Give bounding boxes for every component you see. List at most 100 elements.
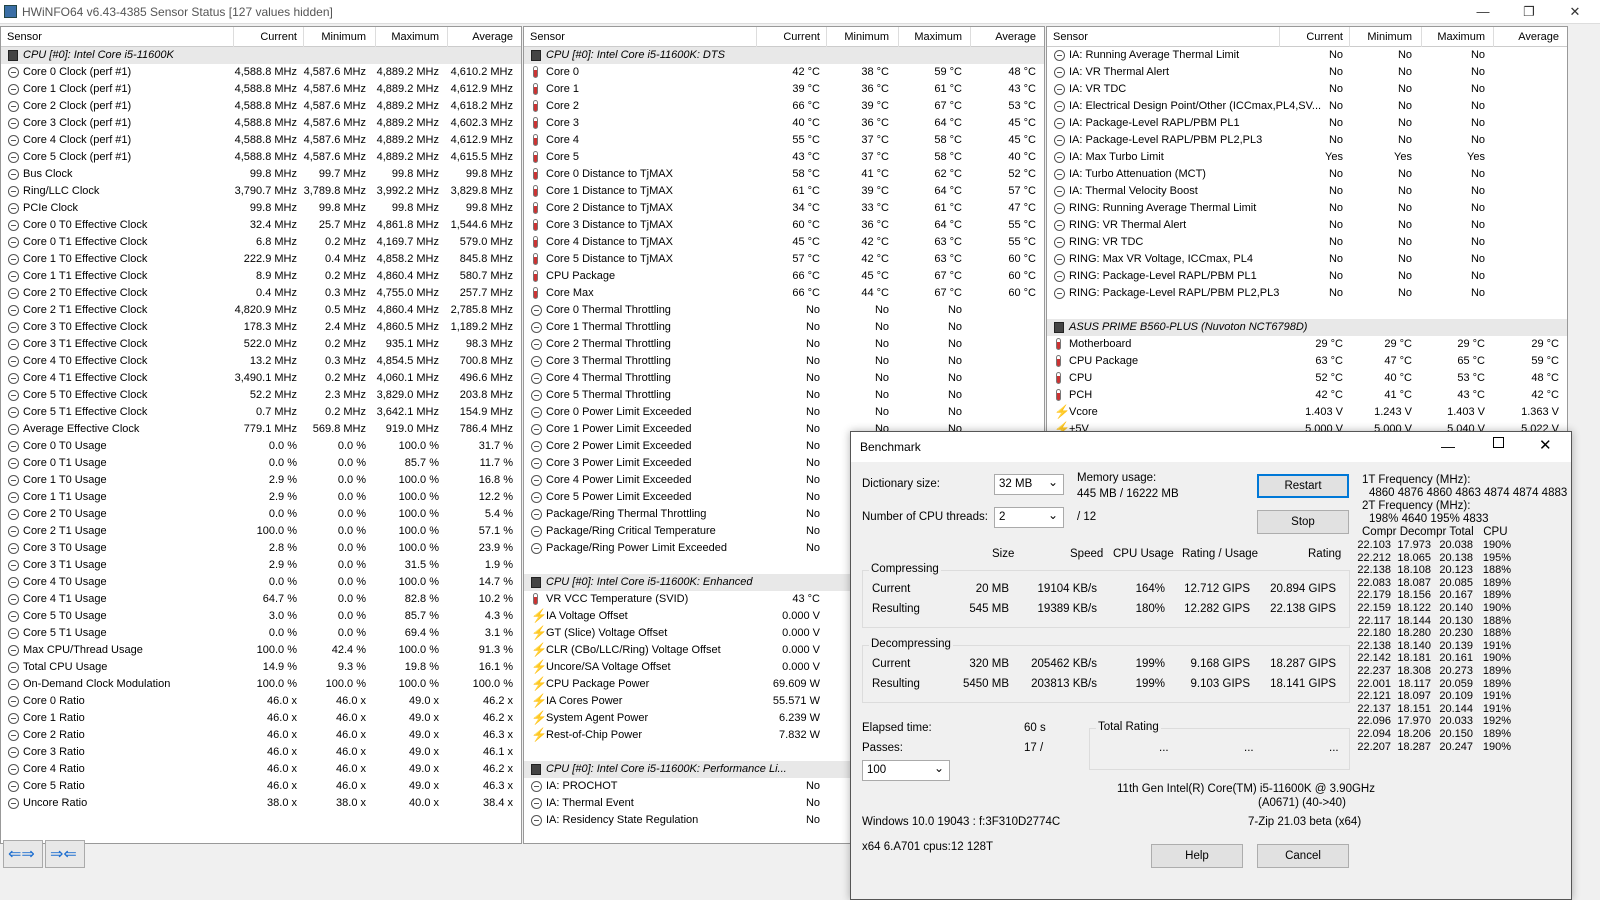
- sensor-row[interactable]: IA: VR TDC No No No: [1047, 81, 1567, 98]
- close-icon[interactable]: ✕: [1539, 436, 1552, 454]
- sensor-row[interactable]: RING: VR Thermal Alert No No No: [1047, 217, 1567, 234]
- sensor-row[interactable]: RING: Package-Level RAPL/PBM PL1 No No No: [1047, 268, 1567, 285]
- sensor-row[interactable]: Core Max 66 °C 44 °C 67 °C 60 °C: [524, 285, 1044, 302]
- sensor-row[interactable]: Core 2 Distance to TjMAX 34 °C 33 °C 61 °C 4…: [524, 200, 1044, 217]
- sensor-row[interactable]: Core 5 Ratio 46.0 x 46.0 x 49.0 x 46.3 x: [1, 778, 521, 795]
- sensor-row[interactable]: Core 2 66 °C 39 °C 67 °C 53 °C: [524, 98, 1044, 115]
- restart-button[interactable]: Restart: [1257, 474, 1349, 498]
- sensor-row[interactable]: IA: Running Average Thermal Limit No No No: [1047, 47, 1567, 64]
- column-header-current[interactable]: Current: [1306, 31, 1343, 43]
- column-header-current[interactable]: Current: [783, 31, 820, 43]
- column-separator[interactable]: [970, 27, 971, 47]
- sensor-row[interactable]: Core 2 T1 Effective Clock 4,820.9 MHz 0.5 …: [1, 302, 521, 319]
- column-separator[interactable]: [826, 27, 827, 47]
- sensor-row[interactable]: IA: Package-Level RAPL/PBM PL1 No No No: [1047, 115, 1567, 132]
- close-icon[interactable]: ✕: [1552, 0, 1598, 24]
- threads-select[interactable]: 2: [994, 507, 1064, 528]
- sensor-row[interactable]: IA: VR Thermal Alert No No No: [1047, 64, 1567, 81]
- sensor-row[interactable]: Core 0 T1 Effective Clock 6.8 MHz 0.2 MHz 4…: [1, 234, 521, 251]
- sensor-row[interactable]: RING: Running Average Thermal Limit No No N…: [1047, 200, 1567, 217]
- sensor-row[interactable]: RING: VR TDC No No No: [1047, 234, 1567, 251]
- column-separator[interactable]: [1493, 27, 1494, 47]
- sensor-row[interactable]: IA: Thermal Velocity Boost No No No: [1047, 183, 1567, 200]
- sensor-row[interactable]: Core 4 T0 Effective Clock 13.2 MHz 0.3 MHz…: [1, 353, 521, 370]
- column-separator[interactable]: [898, 27, 899, 47]
- sensor-row[interactable]: Core 2 T1 Usage 100.0 % 0.0 % 100.0 % 57.1 %: [1, 523, 521, 540]
- sensor-row[interactable]: CPU 52 °C 40 °C 53 °C 48 °C: [1047, 370, 1567, 387]
- sensor-row[interactable]: Core 3 Clock (perf #1) 4,588.8 MHz 4,587.6…: [1, 115, 521, 132]
- sensor-row[interactable]: Core 5 43 °C 37 °C 58 °C 40 °C: [524, 149, 1044, 166]
- sensor-row[interactable]: Core 3 T0 Usage 2.8 % 0.0 % 100.0 % 23.9 %: [1, 540, 521, 557]
- dictionary-select[interactable]: 32 MB: [994, 474, 1064, 495]
- column-header-sensor[interactable]: Sensor: [1053, 31, 1088, 43]
- sensor-row[interactable]: Ring/LLC Clock 3,790.7 MHz 3,789.8 MHz 3,99…: [1, 183, 521, 200]
- sensor-panel-1[interactable]: Sensor Current Minimum Maximum Average CPU [#…: [0, 26, 522, 844]
- column-header-maximum[interactable]: Maximum: [914, 31, 962, 43]
- sensor-row[interactable]: Core 1 39 °C 36 °C 61 °C 43 °C: [524, 81, 1044, 98]
- sensor-row[interactable]: Core 2 T0 Effective Clock 0.4 MHz 0.3 MHz 4…: [1, 285, 521, 302]
- sensor-row[interactable]: Core 4 Distance to TjMAX 45 °C 42 °C 63 °C 5…: [524, 234, 1044, 251]
- sensor-row[interactable]: Core 1 T1 Effective Clock 8.9 MHz 0.2 MHz 4…: [1, 268, 521, 285]
- sensor-row[interactable]: Core 4 T0 Usage 0.0 % 0.0 % 100.0 % 14.7 %: [1, 574, 521, 591]
- sensor-row[interactable]: Core 5 Distance to TjMAX 57 °C 42 °C 63 °C 6…: [524, 251, 1044, 268]
- sensor-row[interactable]: Bus Clock 99.8 MHz 99.7 MHz 99.8 MHz 99.8 MH…: [1, 166, 521, 183]
- help-button[interactable]: Help: [1151, 844, 1243, 868]
- sensor-row[interactable]: Core 5 Thermal Throttling No No No: [524, 387, 1044, 404]
- minimize-icon[interactable]: —: [1441, 438, 1455, 454]
- sensor-group[interactable]: CPU [#0]: Intel Core i5-11600K: [1, 47, 521, 64]
- sensor-row[interactable]: Core 0 Distance to TjMAX 58 °C 41 °C 62 °C 5…: [524, 166, 1044, 183]
- sensor-row[interactable]: PCIe Clock 99.8 MHz 99.8 MHz 99.8 MHz 99.8 M…: [1, 200, 521, 217]
- sensor-row[interactable]: On-Demand Clock Modulation 100.0 % 100.0 %…: [1, 676, 521, 693]
- sensor-row[interactable]: Core 1 Thermal Throttling No No No: [524, 319, 1044, 336]
- stop-button[interactable]: Stop: [1257, 510, 1349, 534]
- column-separator[interactable]: [1349, 27, 1350, 47]
- sensor-row[interactable]: Core 2 Ratio 46.0 x 46.0 x 49.0 x 46.3 x: [1, 727, 521, 744]
- column-separator[interactable]: [303, 27, 304, 47]
- sensor-row[interactable]: Core 0 Ratio 46.0 x 46.0 x 49.0 x 46.2 x: [1, 693, 521, 710]
- minimize-icon[interactable]: —: [1460, 0, 1506, 24]
- sensor-row[interactable]: Core 3 T0 Effective Clock 178.3 MHz 2.4 MH…: [1, 319, 521, 336]
- sensor-row[interactable]: Core 3 Ratio 46.0 x 46.0 x 49.0 x 46.1 x: [1, 744, 521, 761]
- column-separator[interactable]: [447, 27, 448, 47]
- sensor-row[interactable]: Core 1 Clock (perf #1) 4,588.8 MHz 4,587.6…: [1, 81, 521, 98]
- column-header-current[interactable]: Current: [260, 31, 297, 43]
- sensor-row[interactable]: Core 2 T0 Usage 0.0 % 0.0 % 100.0 % 5.4 %: [1, 506, 521, 523]
- sensor-row[interactable]: ⚡ Vcore 1.403 V 1.243 V 1.403 V 1.363 V: [1047, 404, 1567, 421]
- sensor-row[interactable]: CPU Package 63 °C 47 °C 65 °C 59 °C: [1047, 353, 1567, 370]
- sensor-group[interactable]: ASUS PRIME B560-PLUS (Nuvoton NCT6798D): [1047, 319, 1567, 336]
- sensor-row[interactable]: CPU Package 66 °C 45 °C 67 °C 60 °C: [524, 268, 1044, 285]
- column-header-maximum[interactable]: Maximum: [1437, 31, 1485, 43]
- sensor-row[interactable]: Core 5 Clock (perf #1) 4,588.8 MHz 4,587.6…: [1, 149, 521, 166]
- column-separator[interactable]: [1279, 27, 1280, 47]
- sensor-row[interactable]: RING: Max VR Voltage, ICCmax, PL4 No No No: [1047, 251, 1567, 268]
- sensor-row[interactable]: Core 3 T1 Usage 2.9 % 0.0 % 31.5 % 1.9 %: [1, 557, 521, 574]
- maximize-icon[interactable]: [1493, 437, 1504, 448]
- sensor-row[interactable]: Core 0 42 °C 38 °C 59 °C 48 °C: [524, 64, 1044, 81]
- column-header-sensor[interactable]: Sensor: [7, 31, 42, 43]
- sensor-row[interactable]: Total CPU Usage 14.9 % 9.3 % 19.8 % 16.1 %: [1, 659, 521, 676]
- column-header-minimum[interactable]: Minimum: [844, 31, 889, 43]
- sensor-row[interactable]: Core 0 Clock (perf #1) 4,588.8 MHz 4,587.6…: [1, 64, 521, 81]
- sensor-row[interactable]: Core 5 T1 Effective Clock 0.7 MHz 0.2 MHz 3…: [1, 404, 521, 421]
- column-header-minimum[interactable]: Minimum: [1367, 31, 1412, 43]
- column-separator[interactable]: [756, 27, 757, 47]
- sensor-row[interactable]: Motherboard 29 °C 29 °C 29 °C 29 °C: [1047, 336, 1567, 353]
- column-separator[interactable]: [375, 27, 376, 47]
- column-header-average[interactable]: Average: [1518, 31, 1559, 43]
- sensor-row[interactable]: IA: Electrical Design Point/Other (ICCma…: [1047, 98, 1567, 115]
- sensor-group[interactable]: CPU [#0]: Intel Core i5-11600K: DTS: [524, 47, 1044, 64]
- sensor-row[interactable]: Uncore Ratio 38.0 x 38.0 x 40.0 x 38.4 x: [1, 795, 521, 812]
- sensor-row[interactable]: Core 4 55 °C 37 °C 58 °C 45 °C: [524, 132, 1044, 149]
- sensor-row[interactable]: Core 1 T0 Effective Clock 222.9 MHz 0.4 MH…: [1, 251, 521, 268]
- sensor-row[interactable]: Core 5 T1 Usage 0.0 % 0.0 % 69.4 % 3.1 %: [1, 625, 521, 642]
- sensor-row[interactable]: Core 3 T1 Effective Clock 522.0 MHz 0.2 MH…: [1, 336, 521, 353]
- nav-back-icon[interactable]: ⇐⇒: [3, 840, 43, 868]
- sensor-row[interactable]: Core 3 40 °C 36 °C 64 °C 45 °C: [524, 115, 1044, 132]
- sensor-row[interactable]: IA: Max Turbo Limit Yes Yes Yes: [1047, 149, 1567, 166]
- sensor-row[interactable]: Core 4 Ratio 46.0 x 46.0 x 49.0 x 46.2 x: [1, 761, 521, 778]
- column-header-minimum[interactable]: Minimum: [321, 31, 366, 43]
- column-header-maximum[interactable]: Maximum: [391, 31, 439, 43]
- sensor-row[interactable]: Core 4 T1 Effective Clock 3,490.1 MHz 0.2 …: [1, 370, 521, 387]
- sensor-row[interactable]: Core 0 T0 Effective Clock 32.4 MHz 25.7 MH…: [1, 217, 521, 234]
- sensor-row[interactable]: Core 3 Distance to TjMAX 60 °C 36 °C 64 °C 5…: [524, 217, 1044, 234]
